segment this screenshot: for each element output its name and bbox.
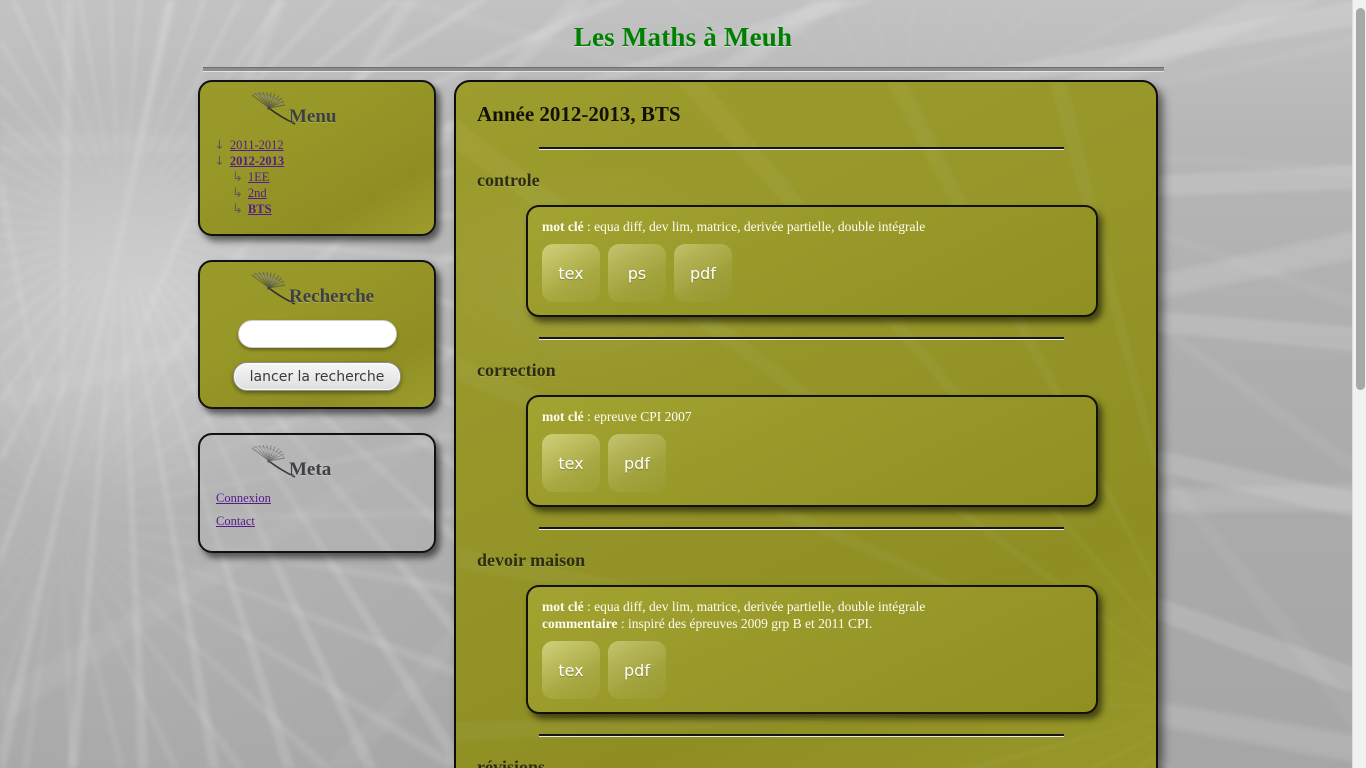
file-button-group: tex ps pdf xyxy=(542,244,1082,302)
site-title: Les Maths à Meuh xyxy=(573,22,793,52)
file-button-group: tex pdf xyxy=(542,434,1082,492)
section-title-correction: correction xyxy=(477,360,556,380)
menu-item[interactable]: ↳ 2nd xyxy=(214,186,420,201)
header-divider xyxy=(202,67,1164,71)
sidebar-widget-meta: Meta Connexion Contact xyxy=(198,433,436,553)
resource-card: mot clé : equa diff, dev lim, matrice, d… xyxy=(526,205,1098,317)
section-title-controle: controle xyxy=(477,170,540,190)
section-divider xyxy=(539,337,1064,339)
section-title-devoir-maison: devoir maison xyxy=(477,550,586,570)
keyword-value: equa diff, dev lim, matrice, derivée par… xyxy=(594,219,926,234)
keyword-value: equa diff, dev lim, matrice, derivée par… xyxy=(594,599,926,614)
keyword-label: mot clé xyxy=(542,599,584,614)
page-title: Année 2012-2013, BTS xyxy=(477,102,681,126)
meta-link-list: Connexion Contact xyxy=(214,489,420,530)
resource-card: mot clé : equa diff, dev lim, matrice, d… xyxy=(526,585,1098,714)
corner-arrow-icon: ↳ xyxy=(232,186,243,201)
search-submit-button[interactable]: lancer la recherche xyxy=(233,362,401,391)
menu-item[interactable]: ↳ 1EE xyxy=(214,170,420,185)
keyword-line: mot clé : epreuve CPI 2007 xyxy=(542,408,1082,425)
file-button-tex[interactable]: tex xyxy=(542,434,600,492)
keyword-label: mot clé xyxy=(542,219,584,234)
colon: : xyxy=(617,616,628,631)
menu-item[interactable]: ↓ 2012-2013 xyxy=(214,154,420,169)
widget-header-menu: Menu xyxy=(214,92,420,134)
file-button-tex[interactable]: tex xyxy=(542,244,600,302)
section-divider xyxy=(539,734,1064,736)
list-item[interactable]: Connexion xyxy=(216,489,420,507)
menu-link-2011-2012[interactable]: 2011-2012 xyxy=(230,138,284,153)
keyword-label: mot clé xyxy=(542,409,584,424)
down-arrow-icon: ↓ xyxy=(214,154,225,169)
colon: : xyxy=(583,409,595,424)
colon: : xyxy=(583,599,595,614)
file-button-pdf[interactable]: pdf xyxy=(608,434,666,492)
file-button-tex[interactable]: tex xyxy=(542,641,600,699)
section-divider xyxy=(539,527,1064,529)
corner-arrow-icon: ↳ xyxy=(232,202,243,217)
comment-line: commentaire : inspiré des épreuves 2009 … xyxy=(542,615,1082,632)
page-root: Les Maths à Meuh Menu ↓ 2011-2012 ↓ 2012… xyxy=(0,0,1366,768)
widget-header-meta: Meta xyxy=(214,445,420,487)
resource-card: mot clé : epreuve CPI 2007 tex pdf xyxy=(526,395,1098,507)
sidebar-widget-menu: Menu ↓ 2011-2012 ↓ 2012-2013 ↳ 1EE ↳ 2nd… xyxy=(198,80,436,236)
scrollbar-thumb[interactable] xyxy=(1356,8,1365,390)
file-button-ps[interactable]: ps xyxy=(608,244,666,302)
widget-title-meta: Meta xyxy=(289,459,332,480)
colon: : xyxy=(583,219,595,234)
meta-link-connexion[interactable]: Connexion xyxy=(216,491,271,505)
file-button-pdf[interactable]: pdf xyxy=(608,641,666,699)
menu-link-1ee[interactable]: 1EE xyxy=(248,170,270,185)
section-divider xyxy=(539,147,1064,149)
corner-arrow-icon: ↳ xyxy=(232,170,243,185)
file-button-group: tex pdf xyxy=(542,641,1082,699)
main-content-panel: Année 2012-2013, BTS controle mot clé : … xyxy=(454,80,1158,768)
search-input[interactable] xyxy=(237,320,397,348)
site-header: Les Maths à Meuh xyxy=(0,0,1366,71)
comment-value: inspiré des épreuves 2009 grp B et 2011 … xyxy=(628,616,873,631)
menu-list: ↓ 2011-2012 ↓ 2012-2013 ↳ 1EE ↳ 2nd ↳ BT… xyxy=(214,138,420,217)
sidebar: Menu ↓ 2011-2012 ↓ 2012-2013 ↳ 1EE ↳ 2nd… xyxy=(198,80,436,577)
keyword-value: epreuve CPI 2007 xyxy=(594,409,692,424)
file-button-pdf[interactable]: pdf xyxy=(674,244,732,302)
widget-title-search: Recherche xyxy=(289,286,375,307)
widget-title-menu: Menu xyxy=(289,106,337,127)
meta-link-contact[interactable]: Contact xyxy=(216,514,255,528)
sidebar-widget-search: Recherche lancer la recherche xyxy=(198,260,436,409)
section-title-revisions: révisions xyxy=(477,757,546,768)
page-scrollbar[interactable] xyxy=(1352,0,1366,768)
list-item[interactable]: Contact xyxy=(216,512,420,530)
widget-header-search: Recherche xyxy=(214,272,420,314)
menu-link-2012-2013[interactable]: 2012-2013 xyxy=(230,154,284,169)
comment-label: commentaire xyxy=(542,616,618,631)
menu-link-2nd[interactable]: 2nd xyxy=(248,186,267,201)
down-arrow-icon: ↓ xyxy=(214,138,225,153)
keyword-line: mot clé : equa diff, dev lim, matrice, d… xyxy=(542,218,1082,235)
keyword-line: mot clé : equa diff, dev lim, matrice, d… xyxy=(542,598,1082,615)
menu-item[interactable]: ↓ 2011-2012 xyxy=(214,138,420,153)
menu-link-bts[interactable]: BTS xyxy=(248,202,272,217)
menu-item[interactable]: ↳ BTS xyxy=(214,202,420,217)
